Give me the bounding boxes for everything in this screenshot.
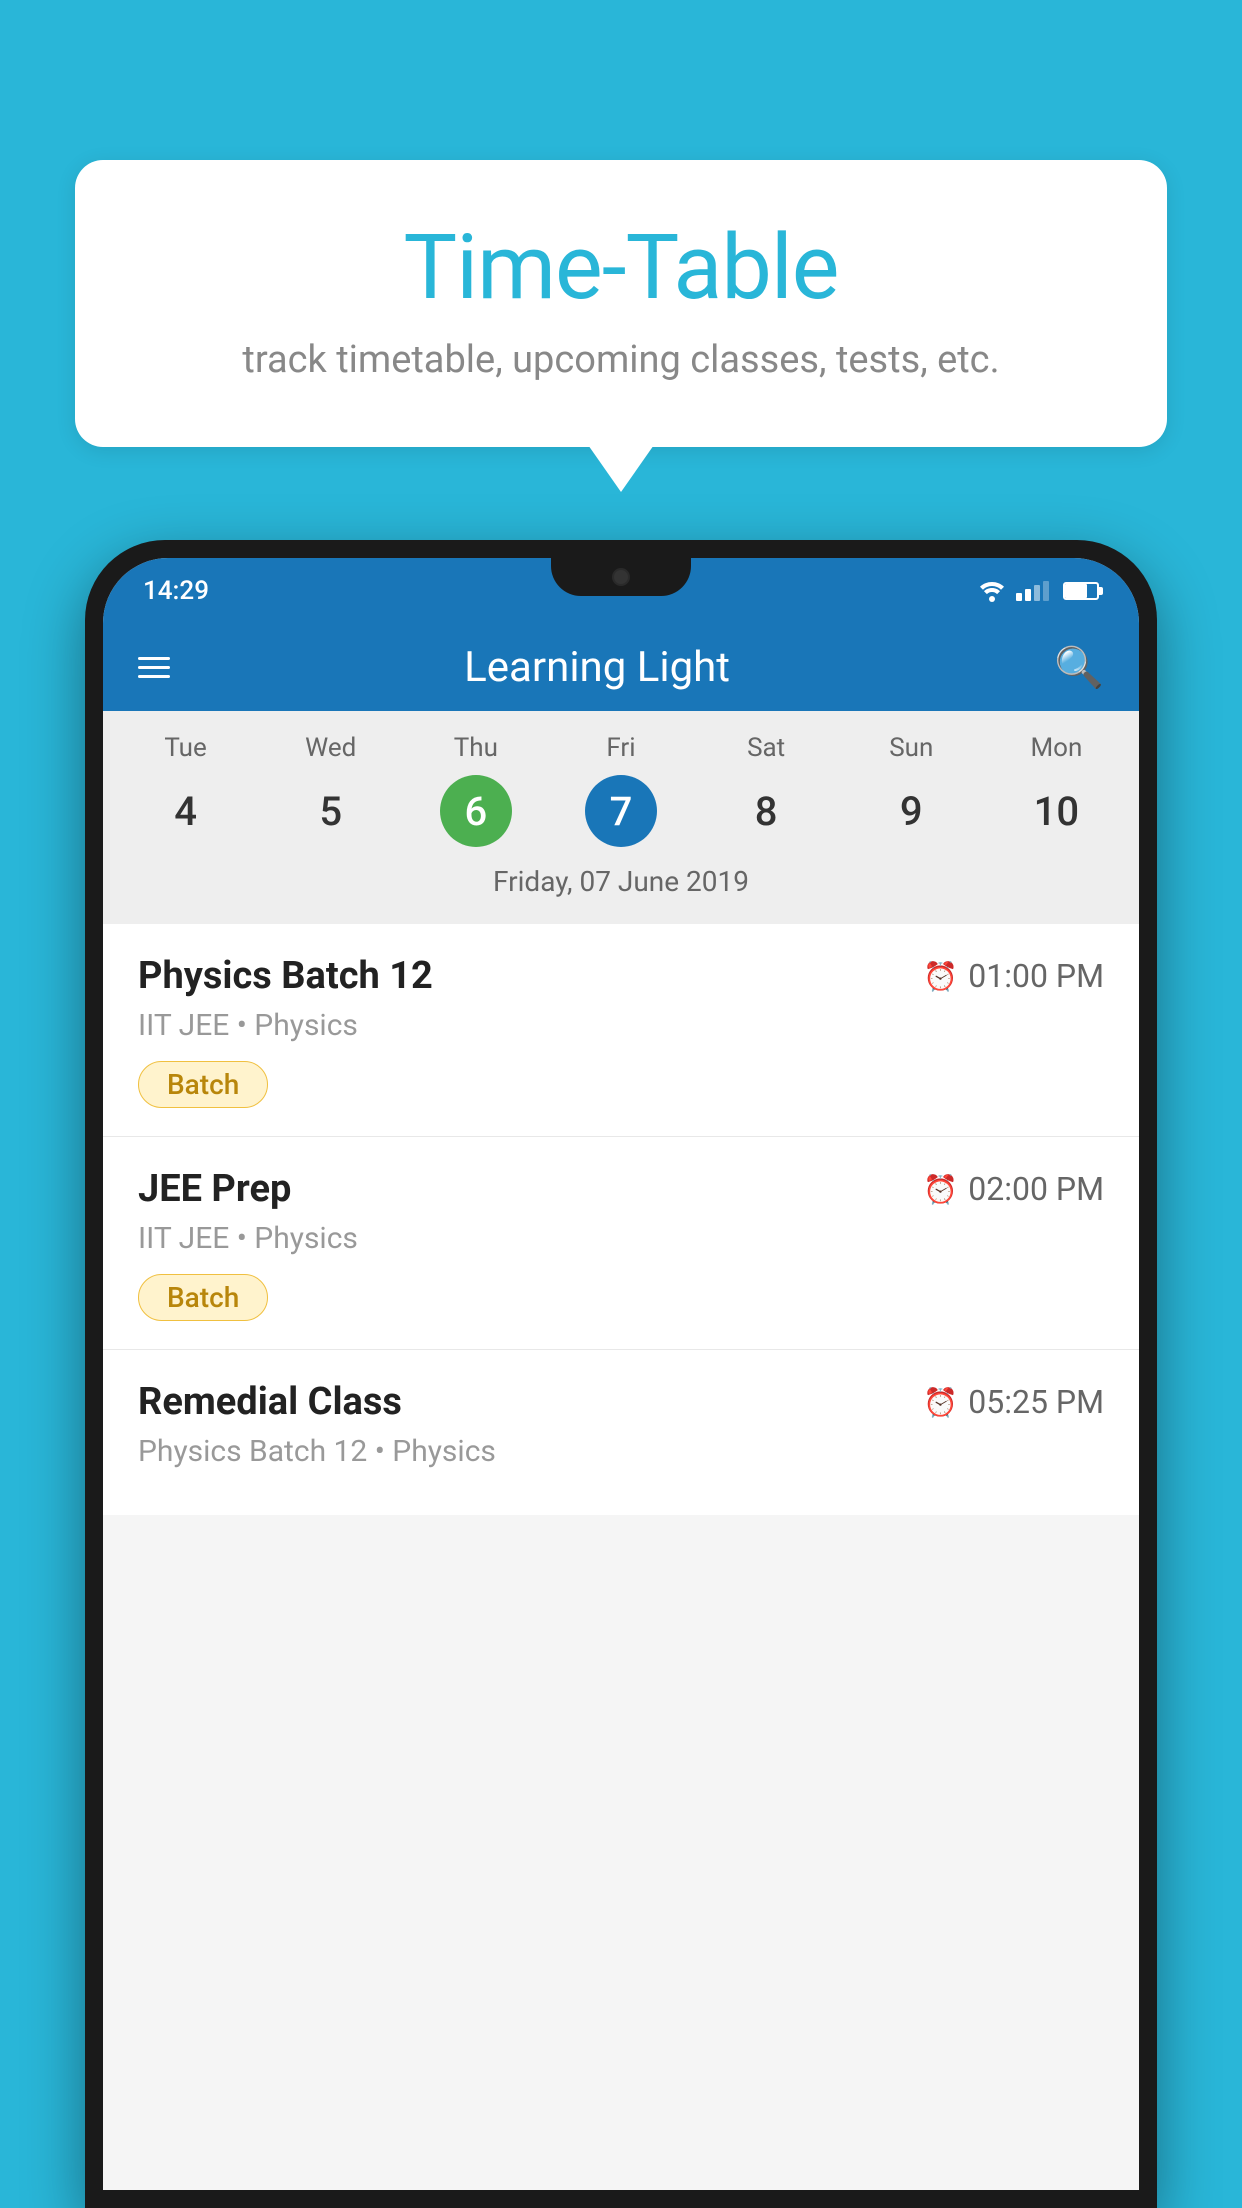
app-header: Learning Light 🔍 xyxy=(103,623,1139,711)
schedule-time-2: ⏰ 02:00 PM xyxy=(923,1170,1104,1208)
schedule-item-3-header: Remedial Class ⏰ 05:25 PM xyxy=(138,1380,1104,1424)
day-label-mon: Mon xyxy=(984,729,1129,767)
schedule-item-2-header: JEE Prep ⏰ 02:00 PM xyxy=(138,1167,1104,1211)
schedule-list: Physics Batch 12 ⏰ 01:00 PM IIT JEE • Ph… xyxy=(103,924,1139,1515)
batch-tag-2: Batch xyxy=(138,1274,268,1321)
phone-screen: 14:29 xyxy=(103,558,1139,2190)
schedule-time-3: ⏰ 05:25 PM xyxy=(923,1383,1104,1421)
schedule-item-1-header: Physics Batch 12 ⏰ 01:00 PM xyxy=(138,954,1104,998)
schedule-item-1[interactable]: Physics Batch 12 ⏰ 01:00 PM IIT JEE • Ph… xyxy=(103,924,1139,1137)
schedule-title-2: JEE Prep xyxy=(138,1167,291,1211)
day-4[interactable]: 4 xyxy=(113,775,258,847)
status-bar: 14:29 xyxy=(103,558,1139,623)
day-8[interactable]: 8 xyxy=(694,775,839,847)
camera xyxy=(612,568,630,586)
day-label-sun: Sun xyxy=(839,729,984,767)
schedule-meta-1: IIT JEE • Physics xyxy=(138,1008,1104,1043)
schedule-item-2[interactable]: JEE Prep ⏰ 02:00 PM IIT JEE • Physics Ba… xyxy=(103,1137,1139,1350)
day-6-today[interactable]: 6 xyxy=(440,775,512,847)
schedule-meta-2: IIT JEE • Physics xyxy=(138,1221,1104,1256)
schedule-meta-3: Physics Batch 12 • Physics xyxy=(138,1434,1104,1469)
clock-icon-1: ⏰ xyxy=(923,960,958,993)
day-numbers: 4 5 6 7 8 9 10 xyxy=(103,767,1139,855)
day-10[interactable]: 10 xyxy=(984,775,1129,847)
schedule-item-3[interactable]: Remedial Class ⏰ 05:25 PM Physics Batch … xyxy=(103,1350,1139,1515)
signal-icon xyxy=(1016,581,1049,601)
batch-tag-1: Batch xyxy=(138,1061,268,1108)
schedule-time-1: ⏰ 01:00 PM xyxy=(923,957,1104,995)
calendar-week: Tue Wed Thu Fri Sat Sun Mon 4 5 6 7 8 9 … xyxy=(103,711,1139,924)
day-7-selected[interactable]: 7 xyxy=(585,775,657,847)
selected-date: Friday, 07 June 2019 xyxy=(103,855,1139,916)
search-icon[interactable]: 🔍 xyxy=(1054,644,1104,691)
day-label-tue: Tue xyxy=(113,729,258,767)
phone-mockup: 14:29 xyxy=(85,540,1157,2208)
schedule-time-value-3: 05:25 PM xyxy=(968,1383,1104,1421)
speech-bubble: Time-Table track timetable, upcoming cla… xyxy=(75,160,1167,447)
day-label-sat: Sat xyxy=(694,729,839,767)
status-time: 14:29 xyxy=(143,576,209,606)
bubble-subtitle: track timetable, upcoming classes, tests… xyxy=(135,338,1107,382)
wifi-icon xyxy=(978,580,1006,602)
clock-icon-3: ⏰ xyxy=(923,1386,958,1419)
battery-icon xyxy=(1063,582,1099,600)
day-9[interactable]: 9 xyxy=(839,775,984,847)
day-labels: Tue Wed Thu Fri Sat Sun Mon xyxy=(103,729,1139,767)
status-icons xyxy=(978,580,1099,602)
app-title: Learning Light xyxy=(170,643,1024,692)
day-5[interactable]: 5 xyxy=(258,775,403,847)
day-label-thu: Thu xyxy=(403,729,548,767)
schedule-title-1: Physics Batch 12 xyxy=(138,954,433,998)
day-label-wed: Wed xyxy=(258,729,403,767)
bubble-title: Time-Table xyxy=(135,215,1107,320)
menu-icon[interactable] xyxy=(138,657,170,678)
schedule-time-value-1: 01:00 PM xyxy=(968,957,1104,995)
schedule-title-3: Remedial Class xyxy=(138,1380,402,1424)
notch xyxy=(551,558,691,596)
schedule-time-value-2: 02:00 PM xyxy=(968,1170,1104,1208)
day-label-fri: Fri xyxy=(548,729,693,767)
clock-icon-2: ⏰ xyxy=(923,1173,958,1206)
